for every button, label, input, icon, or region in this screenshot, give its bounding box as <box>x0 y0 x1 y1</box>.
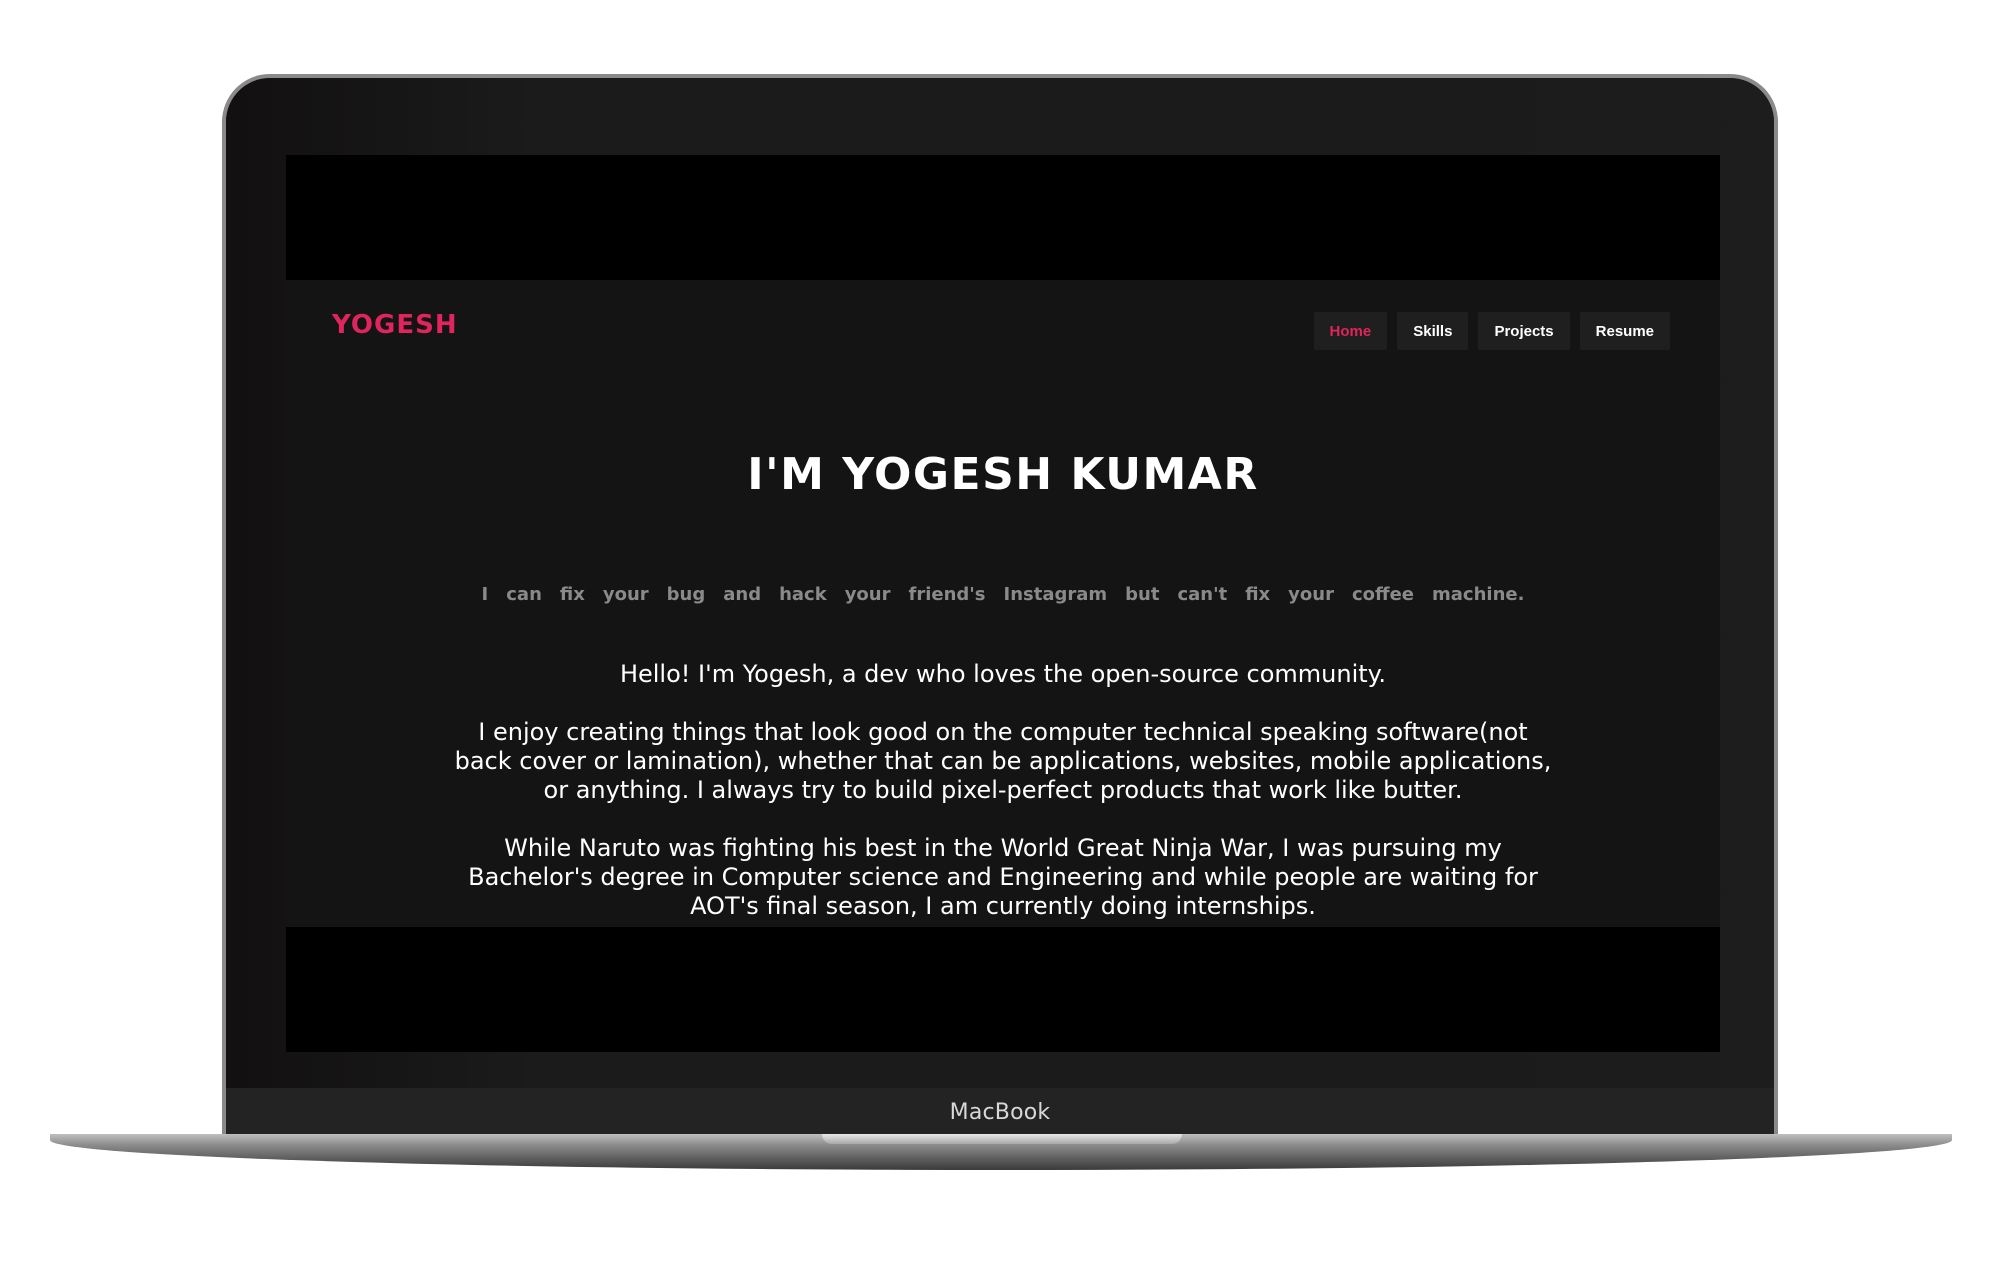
about-section: Hello! I'm Yogesh, a dev who loves the o… <box>446 660 1560 927</box>
nav-skills-button[interactable]: Skills <box>1397 312 1469 350</box>
about-paragraph-intro: Hello! I'm Yogesh, a dev who loves the o… <box>619 660 1387 688</box>
tagline-word: fix <box>1245 584 1271 605</box>
about-paragraph-work: I enjoy creating things that look good o… <box>454 718 1552 804</box>
tagline-word: I <box>481 584 489 605</box>
nav-home-button[interactable]: Home <box>1313 312 1388 350</box>
hero-title: I'M YOGESH KUMAR <box>747 449 1259 501</box>
laptop-hinge-notch <box>822 1134 1182 1144</box>
nav-projects-button[interactable]: Projects <box>1478 312 1570 350</box>
laptop-chin: MacBook <box>226 1088 1774 1136</box>
letterbox-bottom <box>286 927 1720 1052</box>
site-logo[interactable]: YOGESH <box>332 310 458 340</box>
tagline-word: but <box>1125 584 1160 605</box>
tagline-word: bug <box>666 584 706 605</box>
tagline-word: your <box>602 584 649 605</box>
nav-resume-button[interactable]: Resume <box>1579 312 1670 350</box>
main-nav: Home Skills Projects Resume <box>1313 312 1670 350</box>
tagline: I can fix your bug and hack your friend'… <box>286 584 1720 605</box>
tagline-word: fix <box>559 584 585 605</box>
tagline-word: can't <box>1177 584 1228 605</box>
tagline-word: machine. <box>1432 584 1525 605</box>
portfolio-page: YOGESH Home Skills Projects Resume I'M Y… <box>286 280 1720 927</box>
tagline-word: hack <box>779 584 827 605</box>
tagline-word: can <box>506 584 542 605</box>
tagline-word: your <box>844 584 891 605</box>
device-brand-label: MacBook <box>949 1099 1051 1125</box>
tagline-word: coffee <box>1351 584 1415 605</box>
tagline-word: friend's <box>908 584 986 605</box>
about-paragraph-education: While Naruto was fighting his best in th… <box>468 834 1538 920</box>
laptop-mockup: MacBook YOGESH Home Skills Projects Resu… <box>0 0 1999 1262</box>
tagline-word: Instagram <box>1003 584 1108 605</box>
tagline-word: and <box>723 584 762 605</box>
letterbox-top <box>286 155 1720 280</box>
tagline-word: your <box>1288 584 1334 605</box>
laptop-screen: YOGESH Home Skills Projects Resume I'M Y… <box>286 155 1720 1052</box>
